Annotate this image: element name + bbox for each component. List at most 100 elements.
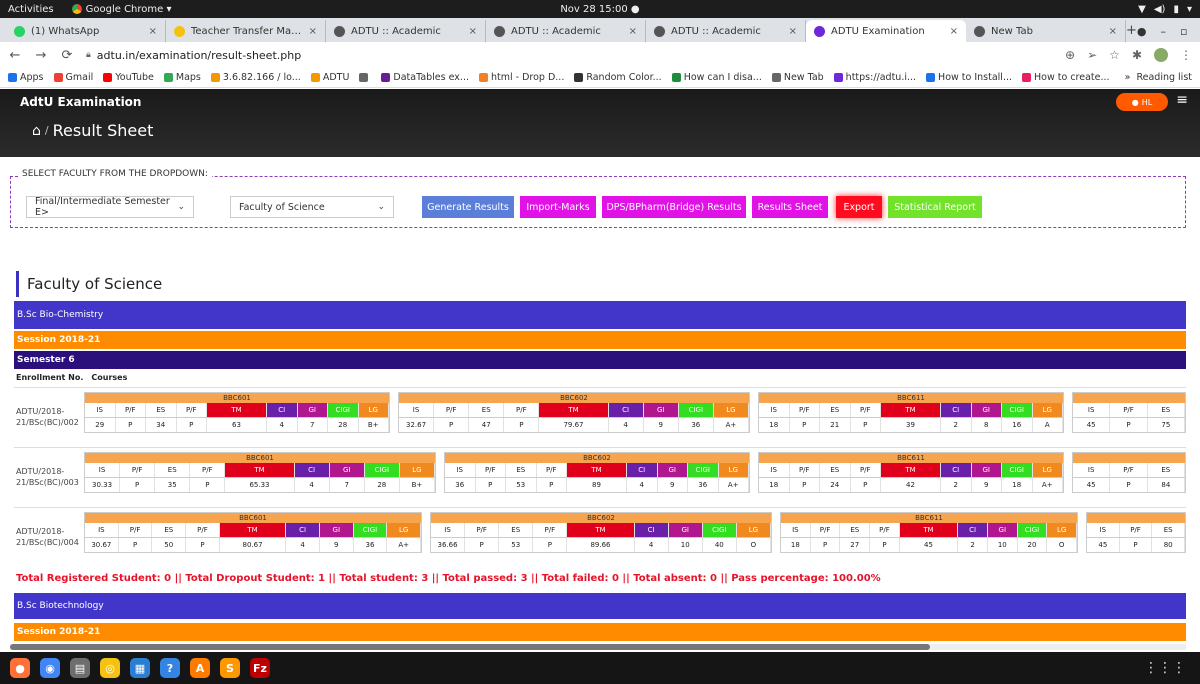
bookmark-item[interactable]: Apps	[8, 72, 44, 83]
activities-button[interactable]: Activities	[8, 4, 54, 15]
bookmark-item[interactable]: YouTube	[103, 72, 154, 83]
help-icon[interactable]: ?	[160, 658, 180, 678]
bookmark-item[interactable]: Maps	[163, 72, 201, 83]
bookmark-icon	[574, 73, 584, 82]
horizontal-scrollbar[interactable]	[10, 644, 1186, 650]
bookmark-item[interactable]: ADTU	[310, 72, 349, 83]
grade-value: 45	[1087, 538, 1120, 552]
grade-column-header: GI	[329, 463, 365, 477]
reading-list-button[interactable]: Reading list	[1136, 72, 1192, 83]
user-menu-button[interactable]: ● HL	[1116, 93, 1168, 111]
bookmark-item[interactable]: DataTables ex...	[381, 72, 469, 83]
clock[interactable]: Nov 28 15:00 ●	[560, 4, 639, 15]
hamburger-menu-icon[interactable]: ≡	[1176, 92, 1188, 108]
browser-tab[interactable]: Teacher Transfer Manage ×	[166, 20, 326, 42]
rhythmbox-icon[interactable]: ◎	[100, 658, 120, 678]
grade-column-header: CI	[941, 463, 972, 477]
zoom-icon[interactable]: ⊕	[1065, 48, 1075, 62]
scrollbar-thumb[interactable]	[10, 644, 930, 650]
grade-column-header: ES	[155, 463, 191, 477]
favicon-icon	[494, 25, 505, 37]
browser-tab[interactable]: ADTU :: Academic ×	[646, 20, 806, 42]
address-bar[interactable]: 🔒︎ adtu.in/examination/result-sheet.php	[86, 49, 1053, 62]
exam-type-select[interactable]: Final/Intermediate Semester E> ⌄	[26, 196, 194, 218]
bookmark-item[interactable]: How to Install...	[926, 72, 1012, 83]
grade-value: P	[465, 538, 500, 552]
close-tab-icon[interactable]: ×	[1109, 26, 1117, 37]
grade-column-header: GI	[297, 403, 328, 417]
avatar[interactable]	[1154, 48, 1168, 62]
grade-value: 36.66	[431, 538, 466, 552]
kebab-menu-icon[interactable]: ⋮	[1180, 48, 1192, 62]
minimize-button[interactable]: –	[1161, 25, 1167, 38]
back-button[interactable]: ←	[8, 48, 22, 63]
close-tab-icon[interactable]: ×	[789, 26, 797, 37]
browser-tab[interactable]: New Tab ×	[966, 20, 1126, 42]
generate-results-button[interactable]: Generate Results	[422, 196, 514, 218]
bookmark-item[interactable]: 3.6.82.166 / lo...	[210, 72, 301, 83]
grade-value: A+	[387, 538, 422, 552]
export-button[interactable]: Export	[836, 196, 882, 218]
software-icon[interactable]: A	[190, 658, 210, 678]
dps-bpharm-results-button[interactable]: DPS/BPharm(Bridge) Results	[602, 196, 746, 218]
send-icon[interactable]: ➢	[1087, 48, 1097, 62]
close-tab-icon[interactable]: ×	[469, 26, 477, 37]
grade-value: 10	[669, 538, 703, 552]
more-bookmarks-button[interactable]: »	[1125, 72, 1131, 83]
home-icon[interactable]: ⌂	[32, 123, 41, 139]
brand[interactable]: AdtU Examination	[20, 95, 141, 109]
bookmark-item[interactable]: New Tab	[771, 72, 824, 83]
bookmark-item[interactable]: Random Color...	[574, 72, 662, 83]
grade-value: 50	[152, 538, 187, 552]
filezilla-icon[interactable]: Fz	[250, 658, 270, 678]
firefox-icon[interactable]: ●	[10, 658, 30, 678]
close-tab-icon[interactable]: ×	[950, 26, 958, 37]
close-tab-icon[interactable]: ×	[149, 26, 157, 37]
maximize-button[interactable]: ▫	[1180, 25, 1187, 38]
grade-value: 75	[1148, 418, 1185, 432]
chrome-icon[interactable]: ◉	[40, 658, 60, 678]
browser-tab[interactable]: (1) WhatsApp ×	[6, 20, 166, 42]
bookmark-item[interactable]	[359, 73, 371, 82]
browser-tab[interactable]: ADTU :: Academic ×	[326, 20, 486, 42]
bookmark-item[interactable]: How can I disa...	[671, 72, 762, 83]
user-icon: ●	[1131, 97, 1139, 107]
bookmark-item[interactable]: https://adtu.i...	[833, 72, 916, 83]
bookmark-star-icon[interactable]: ☆	[1109, 48, 1120, 62]
statistical-report-button[interactable]: Statistical Report	[888, 196, 982, 218]
bookmark-item[interactable]: How to create...	[1022, 72, 1110, 83]
extensions-icon[interactable]: ✱	[1132, 48, 1142, 62]
faculty-value: Faculty of Science	[239, 201, 325, 213]
bookmark-label: Maps	[175, 72, 201, 83]
show-apps-icon[interactable]: ⋮⋮⋮	[1144, 660, 1186, 676]
results-sheet-button[interactable]: Results Sheet	[752, 196, 828, 218]
program-header: B.Sc Bio-Chemistry	[14, 301, 1186, 329]
forward-button[interactable]: →	[34, 48, 48, 63]
profile-icon[interactable]: ●	[1137, 25, 1147, 38]
grade-column-header: ES	[1152, 523, 1186, 537]
bookmark-item[interactable]: Gmail	[53, 72, 93, 83]
close-tab-icon[interactable]: ×	[629, 26, 637, 37]
reload-button[interactable]: ⟳	[60, 48, 74, 63]
grade-column-header: GI	[668, 523, 703, 537]
faculty-select[interactable]: Faculty of Science ⌄	[230, 196, 394, 218]
bookmark-item[interactable]: html - Drop D...	[478, 72, 564, 83]
enrollment-number: ADTU/2018-21/BSc(BC)/004	[16, 527, 79, 547]
toolbar: ← → ⟳ 🔒︎ adtu.in/examination/result-shee…	[0, 42, 1200, 68]
browser-tab[interactable]: ADTU Examination ×	[806, 20, 966, 42]
import-marks-button[interactable]: Import-Marks	[520, 196, 596, 218]
close-tab-icon[interactable]: ×	[309, 26, 317, 37]
grade-column-header: GI	[657, 463, 688, 477]
browser-tab[interactable]: ADTU :: Academic ×	[486, 20, 646, 42]
lock-icon: 🔒︎	[86, 50, 91, 60]
grade-value: 24	[820, 478, 851, 492]
sublime-text-icon[interactable]: S	[220, 658, 240, 678]
grade-column-header: GI	[643, 403, 679, 417]
libreoffice-writer-icon[interactable]: ▦	[130, 658, 150, 678]
new-tab-button[interactable]: +	[1126, 20, 1137, 42]
app-menu[interactable]: Google Chrome ▾	[71, 4, 172, 15]
grade-value: P	[537, 478, 567, 492]
files-icon[interactable]: ▤	[70, 658, 90, 678]
system-tray[interactable]: ▼ ◀) ▮ ▾	[1138, 4, 1192, 15]
user-initials: HL	[1141, 97, 1153, 107]
